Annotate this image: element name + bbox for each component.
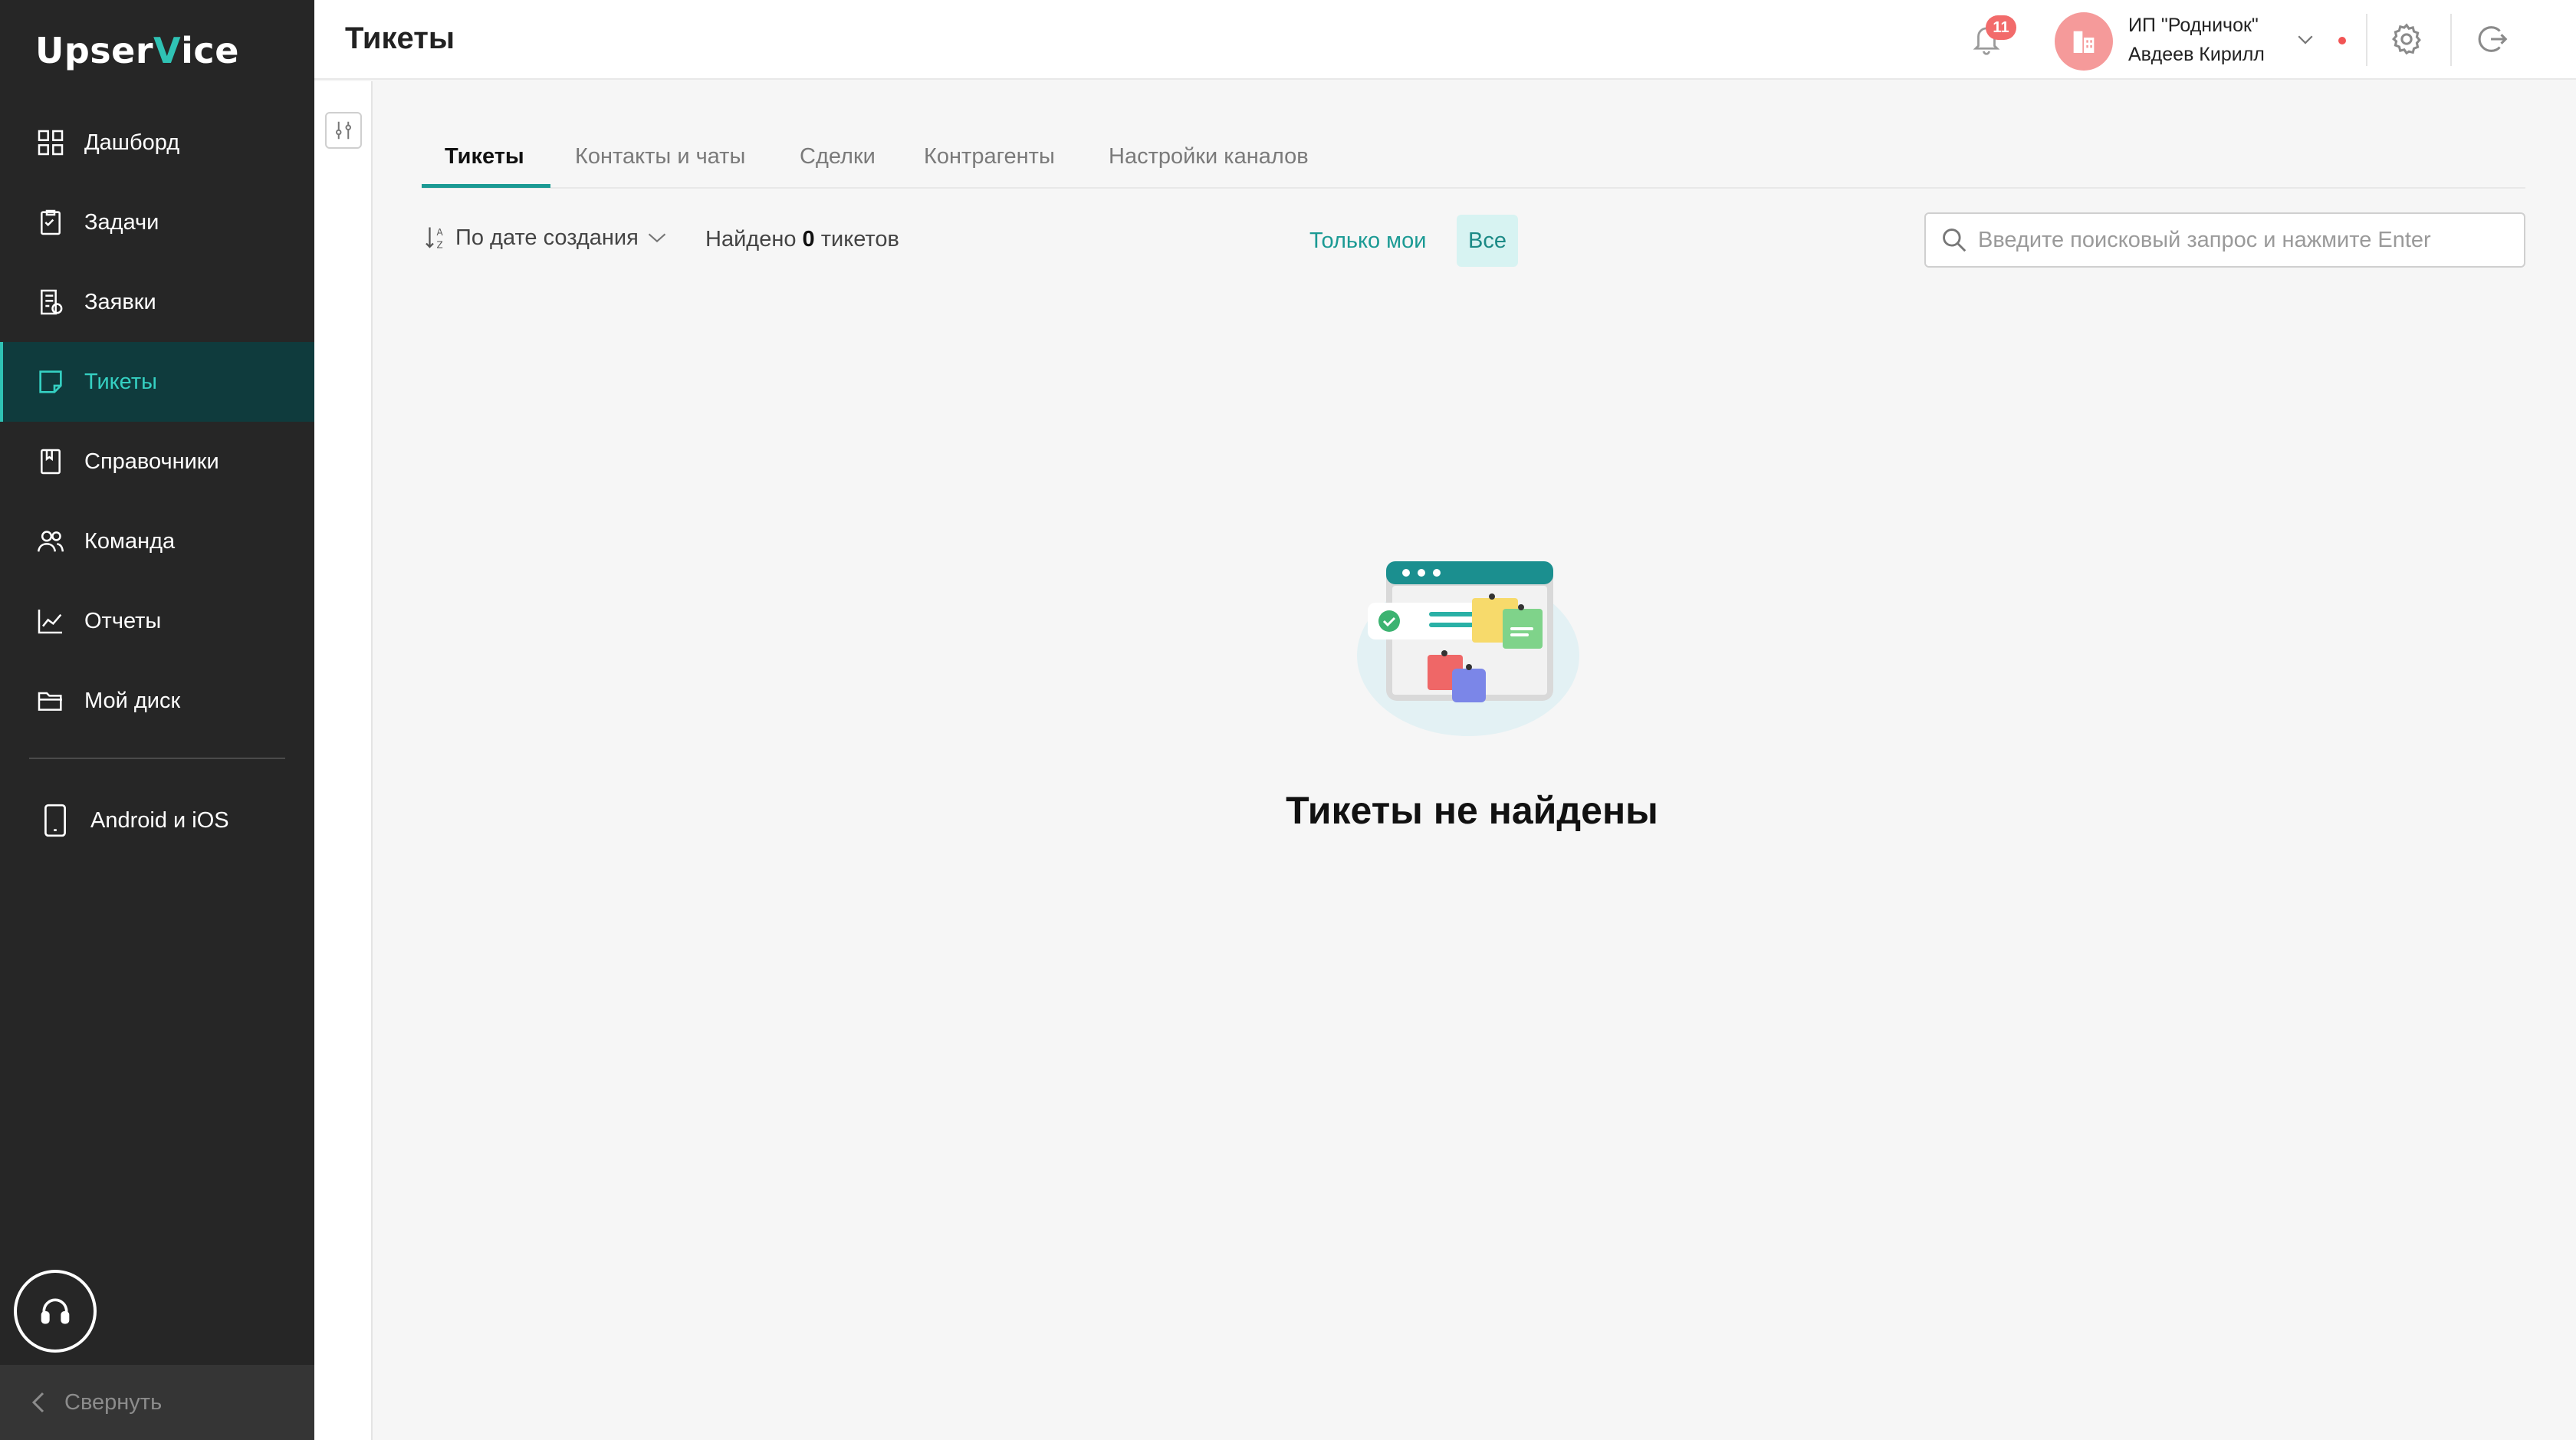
sort-icon: AZ bbox=[426, 227, 444, 251]
tab-counterparties[interactable]: Контрагенты bbox=[924, 144, 1055, 169]
sidebar-item-label: Дашборд bbox=[84, 130, 180, 155]
sidebar: Upser Vice Дашборд Задачи Заявки Тикеты С… bbox=[0, 0, 314, 1440]
svg-text:Z: Z bbox=[437, 240, 443, 251]
sidebar-item-tickets[interactable]: Тикеты bbox=[0, 342, 314, 422]
empty-state-illustration bbox=[1357, 561, 1579, 736]
sliders-icon bbox=[336, 121, 352, 140]
sidebar-item-label: Справочники bbox=[84, 449, 219, 474]
all-toggle[interactable]: Все bbox=[1457, 215, 1518, 267]
sort-dropdown[interactable]: AZ По дате создания bbox=[423, 224, 668, 252]
sidebar-item-requests[interactable]: Заявки bbox=[0, 262, 314, 342]
found-suffix: тикетов bbox=[820, 227, 899, 252]
chevron-down-icon[interactable] bbox=[2294, 28, 2317, 51]
book-icon bbox=[41, 449, 61, 475]
sidebar-item-label: Android и iOS bbox=[90, 807, 229, 833]
found-count: 0 bbox=[802, 227, 815, 252]
sidebar-item-label: Отчеты bbox=[84, 608, 162, 633]
avatar[interactable] bbox=[2055, 12, 2113, 71]
logo-text-check: V bbox=[153, 30, 182, 71]
chevron-down-icon bbox=[648, 233, 666, 243]
user-name: Авдеев Кирилл bbox=[2128, 44, 2265, 65]
header-divider bbox=[2366, 14, 2367, 66]
sidebar-item-reports[interactable]: Отчеты bbox=[0, 581, 314, 661]
filter-button[interactable] bbox=[325, 112, 362, 149]
sidebar-item-label: Задачи bbox=[84, 209, 159, 235]
tab-deals[interactable]: Сделки bbox=[800, 144, 876, 169]
sidebar-item-directories[interactable]: Справочники bbox=[0, 422, 314, 501]
chart-icon bbox=[38, 610, 62, 634]
requests-icon bbox=[41, 289, 63, 315]
building-icon bbox=[2073, 31, 2095, 53]
tickets-icon bbox=[39, 370, 62, 393]
chevron-left-icon bbox=[31, 1392, 44, 1413]
sidebar-item-dashboard[interactable]: Дашборд bbox=[0, 103, 314, 182]
sort-label: По дате создания bbox=[455, 225, 639, 250]
sidebar-item-tasks[interactable]: Задачи bbox=[0, 182, 314, 262]
support-button[interactable] bbox=[14, 1270, 97, 1353]
app-logo[interactable]: Upser Vice bbox=[35, 28, 239, 74]
tab-channel-settings[interactable]: Настройки каналов bbox=[1109, 144, 1309, 169]
tabs-bar: Тикеты Контакты и чаты Сделки Контрагент… bbox=[422, 129, 2525, 189]
sidebar-item-team[interactable]: Команда bbox=[0, 501, 314, 581]
logo-text-start: Upser bbox=[35, 30, 154, 71]
account-info[interactable]: ИП "Родничок" Авдеев Кирилл bbox=[2128, 11, 2265, 69]
gear-icon[interactable] bbox=[2389, 21, 2424, 57]
found-prefix: Найдено bbox=[705, 227, 797, 252]
page-title: Тикеты bbox=[345, 21, 455, 55]
logout-icon[interactable] bbox=[2475, 21, 2510, 57]
tasks-icon bbox=[41, 209, 61, 235]
team-icon bbox=[37, 531, 64, 552]
logo-text-end: ice bbox=[181, 30, 239, 71]
search-input[interactable] bbox=[1978, 227, 2515, 253]
collapse-label: Свернуть bbox=[64, 1389, 163, 1415]
empty-state-message: Тикеты не найдены bbox=[1286, 789, 1658, 832]
sidebar-item-label: Мой диск bbox=[84, 688, 181, 713]
sidebar-divider bbox=[29, 758, 285, 759]
notifications-badge: 11 bbox=[1986, 15, 2016, 40]
dashboard-icon bbox=[38, 130, 64, 156]
only-mine-toggle[interactable]: Только мои bbox=[1309, 228, 1426, 254]
tab-tickets[interactable]: Тикеты bbox=[445, 144, 524, 169]
results-count: Найдено 0 тикетов bbox=[705, 227, 899, 252]
org-name: ИП "Родничок" bbox=[2128, 15, 2259, 36]
top-header: Тикеты 11 ИП "Родничок" Авдеев Кирилл bbox=[314, 0, 2576, 80]
collapse-sidebar-button[interactable]: Свернуть bbox=[0, 1365, 314, 1440]
folder-icon bbox=[38, 692, 62, 711]
header-divider bbox=[2450, 14, 2452, 66]
search-icon bbox=[1943, 228, 1967, 252]
sidebar-item-label: Заявки bbox=[84, 289, 156, 314]
headset-icon bbox=[41, 1298, 70, 1324]
main-nav: Дашборд Задачи Заявки Тикеты Справочники… bbox=[0, 103, 314, 741]
status-indicator bbox=[2338, 37, 2346, 44]
phone-icon bbox=[44, 804, 66, 837]
sidebar-item-mobile-apps[interactable]: Android и iOS bbox=[0, 782, 314, 859]
sidebar-item-drive[interactable]: Мой диск bbox=[0, 661, 314, 741]
tab-contacts-chats[interactable]: Контакты и чаты bbox=[575, 144, 745, 169]
sidebar-item-label: Команда bbox=[84, 528, 176, 554]
filter-panel bbox=[314, 81, 373, 1440]
svg-text:A: A bbox=[437, 227, 444, 238]
active-tab-indicator bbox=[422, 184, 550, 188]
sidebar-item-label: Тикеты bbox=[84, 369, 157, 394]
search-box[interactable] bbox=[1924, 212, 2525, 268]
